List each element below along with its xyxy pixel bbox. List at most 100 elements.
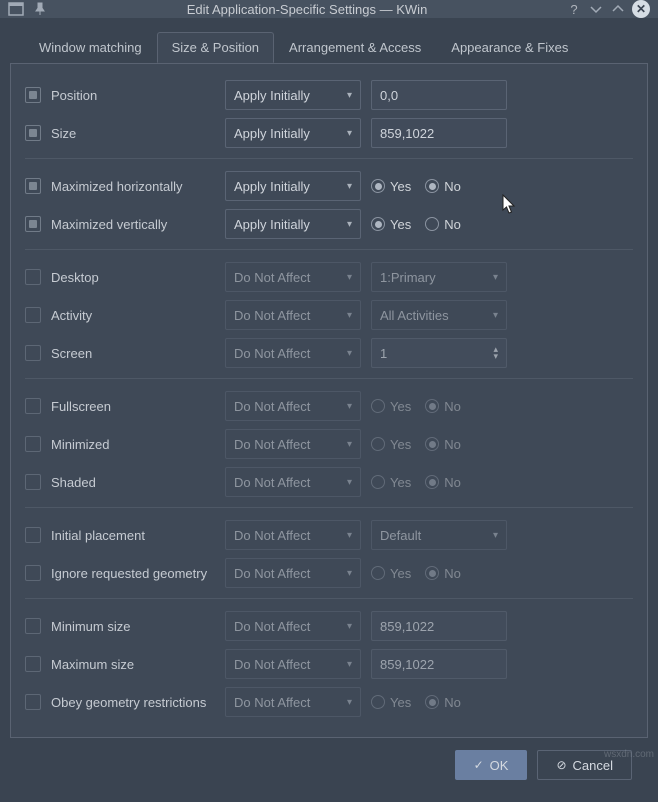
minimize-icon[interactable] [588,1,604,17]
rule-shaded[interactable]: Do Not Affect▾ [225,467,361,497]
checkbox-max-v[interactable] [25,216,41,232]
value-activity[interactable]: All Activities▾ [371,300,507,330]
close-icon[interactable]: ✕ [632,0,650,18]
rule-desktop[interactable]: Do Not Affect▾ [225,262,361,292]
value-screen[interactable]: 1▴▾ [371,338,507,368]
radio-obey-geom-no[interactable]: No [425,695,461,710]
radio-fullscreen-no[interactable]: No [425,399,461,414]
label-max-v: Maximized vertically [51,217,167,232]
checkbox-activity[interactable] [25,307,41,323]
rule-screen[interactable]: Do Not Affect▾ [225,338,361,368]
tab-size-position[interactable]: Size & Position [157,32,274,63]
rule-position[interactable]: Apply Initially▾ [225,80,361,110]
value-max-size[interactable]: 859,1022 [371,649,507,679]
label-shaded: Shaded [51,475,96,490]
label-obey-geom: Obey geometry restrictions [51,695,206,710]
checkbox-minimized[interactable] [25,436,41,452]
rule-activity[interactable]: Do Not Affect▾ [225,300,361,330]
checkbox-max-h[interactable] [25,178,41,194]
chevron-down-icon: ▾ [347,659,352,670]
checkbox-fullscreen[interactable] [25,398,41,414]
separator [25,507,633,508]
window-title: Edit Application-Specific Settings — KWi… [48,2,566,17]
chevron-down-icon: ▾ [347,477,352,488]
chevron-down-icon: ▾ [347,310,352,321]
pin-icon[interactable] [32,1,48,17]
check-icon: ✓ [474,758,484,772]
rule-min-size[interactable]: Do Not Affect▾ [225,611,361,641]
row-shaded: Shaded Do Not Affect▾ Yes No [25,465,633,499]
checkbox-screen[interactable] [25,345,41,361]
chevron-down-icon: ▾ [347,568,352,579]
tab-window-matching[interactable]: Window matching [24,32,157,63]
tab-bar: Window matching Size & Position Arrangem… [10,32,648,63]
radio-max-v-yes[interactable]: Yes [371,217,411,232]
spinner-icon: ▴▾ [493,346,498,360]
row-screen: Screen Do Not Affect▾ 1▴▾ [25,336,633,370]
maximize-icon[interactable] [610,1,626,17]
radio-max-v-no[interactable]: No [425,217,461,232]
label-max-size: Maximum size [51,657,134,672]
label-screen: Screen [51,346,92,361]
rule-max-h[interactable]: Apply Initially▾ [225,171,361,201]
chevron-down-icon: ▾ [347,439,352,450]
help-icon[interactable]: ? [566,1,582,17]
value-size[interactable]: 859,1022 [371,118,507,148]
row-minimized: Minimized Do Not Affect▾ Yes No [25,427,633,461]
ok-button[interactable]: ✓OK [455,750,528,780]
checkbox-desktop[interactable] [25,269,41,285]
radio-ignore-geom-yes[interactable]: Yes [371,566,411,581]
radio-max-h-yes[interactable]: Yes [371,179,411,194]
checkbox-ignore-geom[interactable] [25,565,41,581]
row-activity: Activity Do Not Affect▾ All Activities▾ [25,298,633,332]
row-max-h: Maximized horizontally Apply Initially▾ … [25,169,633,203]
radio-obey-geom-yes[interactable]: Yes [371,695,411,710]
checkbox-shaded[interactable] [25,474,41,490]
rule-fullscreen[interactable]: Do Not Affect▾ [225,391,361,421]
row-max-v: Maximized vertically Apply Initially▾ Ye… [25,207,633,241]
value-initial-placement[interactable]: Default▾ [371,520,507,550]
label-min-size: Minimum size [51,619,130,634]
chevron-down-icon: ▾ [493,272,498,283]
row-obey-geom: Obey geometry restrictions Do Not Affect… [25,685,633,719]
tab-arrangement-access[interactable]: Arrangement & Access [274,32,436,63]
cancel-icon: ⊘ [556,758,566,772]
radio-max-h-no[interactable]: No [425,179,461,194]
checkbox-obey-geom[interactable] [25,694,41,710]
value-min-size[interactable]: 859,1022 [371,611,507,641]
label-fullscreen: Fullscreen [51,399,111,414]
checkbox-position[interactable] [25,87,41,103]
row-min-size: Minimum size Do Not Affect▾ 859,1022 [25,609,633,643]
checkbox-size[interactable] [25,125,41,141]
radio-shaded-yes[interactable]: Yes [371,475,411,490]
rule-initial-placement[interactable]: Do Not Affect▾ [225,520,361,550]
checkbox-initial-placement[interactable] [25,527,41,543]
chevron-down-icon: ▾ [347,621,352,632]
checkbox-max-size[interactable] [25,656,41,672]
value-position[interactable]: 0,0 [371,80,507,110]
rule-obey-geom[interactable]: Do Not Affect▾ [225,687,361,717]
rule-size[interactable]: Apply Initially▾ [225,118,361,148]
row-desktop: Desktop Do Not Affect▾ 1:Primary▾ [25,260,633,294]
chevron-down-icon: ▾ [347,272,352,283]
rule-minimized[interactable]: Do Not Affect▾ [225,429,361,459]
radio-fullscreen-yes[interactable]: Yes [371,399,411,414]
dialog-footer: ✓OK ⊘Cancel [10,738,648,792]
value-desktop[interactable]: 1:Primary▾ [371,262,507,292]
checkbox-min-size[interactable] [25,618,41,634]
radio-minimized-yes[interactable]: Yes [371,437,411,452]
radio-shaded-no[interactable]: No [425,475,461,490]
label-size: Size [51,126,76,141]
label-max-h: Maximized horizontally [51,179,183,194]
rule-max-size[interactable]: Do Not Affect▾ [225,649,361,679]
row-max-size: Maximum size Do Not Affect▾ 859,1022 [25,647,633,681]
rule-ignore-geom[interactable]: Do Not Affect▾ [225,558,361,588]
label-initial-placement: Initial placement [51,528,145,543]
radio-minimized-no[interactable]: No [425,437,461,452]
label-desktop: Desktop [51,270,99,285]
rule-max-v[interactable]: Apply Initially▾ [225,209,361,239]
tab-appearance-fixes[interactable]: Appearance & Fixes [436,32,583,63]
separator [25,249,633,250]
radio-ignore-geom-no[interactable]: No [425,566,461,581]
chevron-down-icon: ▾ [347,219,352,230]
